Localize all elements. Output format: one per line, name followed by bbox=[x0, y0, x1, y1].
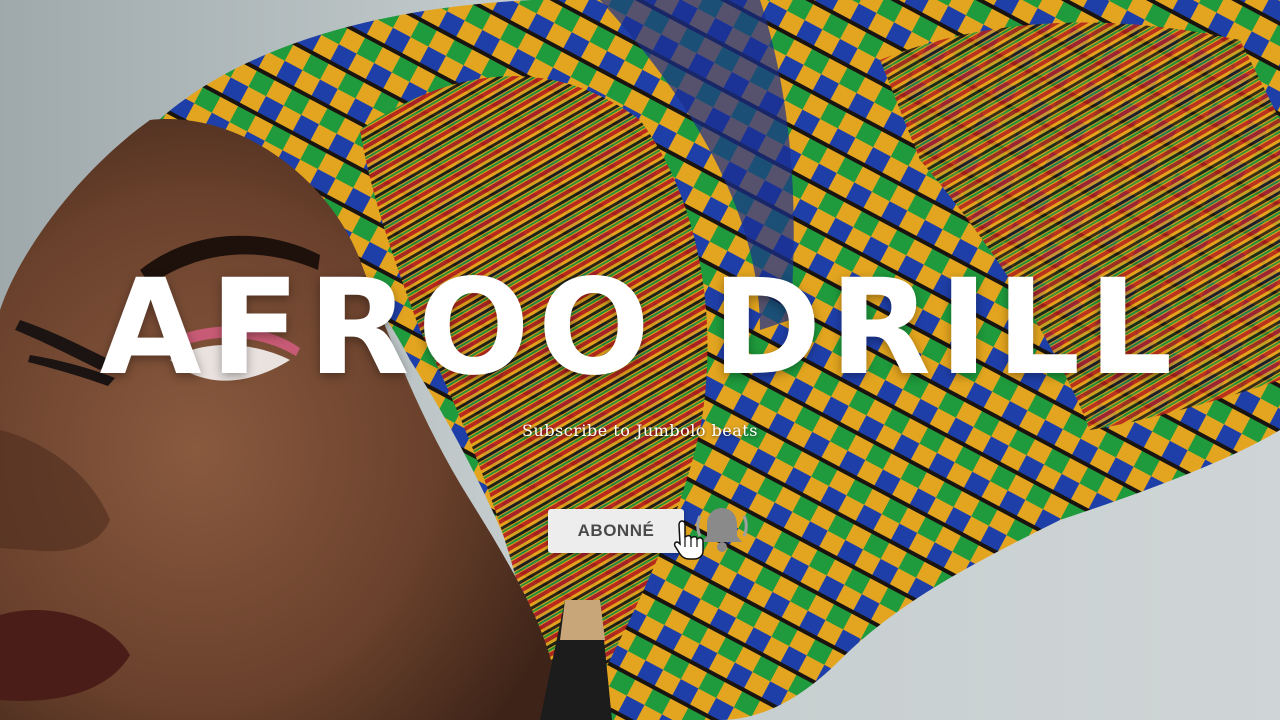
video-title: AFROO DRILL bbox=[99, 251, 1181, 405]
subscribe-prompt: Subscribe to Jumbolo beats bbox=[522, 421, 758, 440]
subscribe-button[interactable]: ABONNÉ bbox=[548, 509, 684, 553]
video-frame: AFROO DRILL Subscribe to Jumbolo beats A… bbox=[0, 0, 1280, 720]
hand-pointer-icon bbox=[673, 520, 704, 560]
